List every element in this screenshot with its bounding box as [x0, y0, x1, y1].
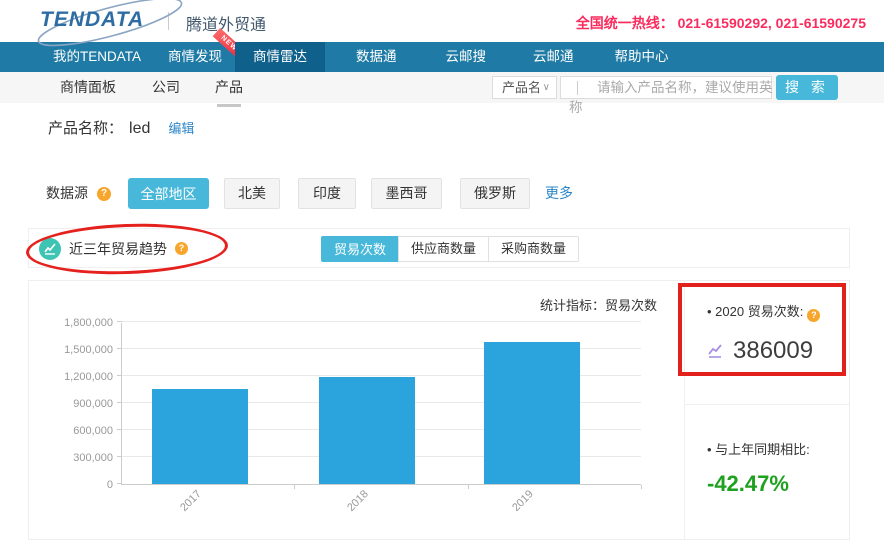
x-tick-label: 2018: [345, 488, 371, 514]
nav-item-5[interactable]: 云邮搜: [446, 42, 487, 72]
y-tick-label: 1,800,000: [64, 317, 113, 329]
nav-item-7[interactable]: 帮助中心: [615, 42, 669, 72]
compare-value: -42.47%: [707, 471, 789, 496]
y-tick: [117, 402, 122, 403]
trend-section-header: 近三年贸易趋势 ? 贸易次数 供应商数量 采购商数量: [28, 228, 850, 268]
y-tick: [117, 483, 122, 484]
y-tick: [117, 429, 122, 430]
tab-1[interactable]: 贸易次数: [321, 236, 400, 262]
search-button[interactable]: 搜 索: [776, 75, 838, 100]
region-button-1[interactable]: 全部地区: [128, 178, 209, 209]
trend-section-title: 近三年贸易趋势: [69, 241, 167, 257]
y-tick-label: 0: [106, 479, 113, 491]
more-regions-link[interactable]: 更多: [545, 178, 573, 209]
help-icon[interactable]: ?: [97, 187, 111, 201]
sub-nav: 商情面板 公司 产品 产品名 ∨ 请输入产品名称，建议使用英 称 搜 索: [0, 72, 884, 115]
nav-item-4[interactable]: 数据通: [356, 42, 397, 72]
trend-chart-icon: [39, 238, 61, 260]
edit-link[interactable]: 编辑: [168, 121, 194, 136]
hotline: 全国统一热线： 021-61590292, 021-61590275: [576, 13, 866, 33]
datasource-row: 数据源 ? 更多 全部地区 北美 印度 墨西哥 俄罗斯: [0, 178, 884, 209]
chart-card: 统计指标：贸易次数 • 2020 贸易次数:? 386009 • 与上年同期相比…: [28, 280, 850, 540]
nav-item-6[interactable]: 云邮通: [533, 42, 574, 72]
nav-item-label: 商情雷达: [253, 49, 308, 64]
compare-label: • 与上年同期相比:: [707, 442, 810, 457]
hotline-numbers: 021-61590292, 021-61590275: [677, 15, 866, 31]
x-axis-tick: [641, 485, 642, 489]
input-separator: [577, 81, 578, 95]
help-icon[interactable]: ?: [807, 309, 821, 322]
subnav-item-1[interactable]: 商情面板: [60, 72, 116, 103]
bar-2017: [152, 389, 248, 484]
y-tick-label: 900,000: [73, 398, 113, 410]
gridline: [122, 321, 641, 322]
current-year-label: • 2020 贸易次数:: [707, 304, 804, 319]
nav-item-label: 商情发现: [168, 49, 223, 64]
chart-plot: [117, 321, 641, 485]
nav-item-label: 帮助中心: [614, 49, 669, 64]
summary-divider: [685, 404, 849, 405]
x-axis-tick: [468, 485, 469, 489]
y-tick-label: 1,500,000: [64, 344, 113, 356]
region-button-4[interactable]: 墨西哥: [371, 178, 442, 209]
nav-item-label: 云邮通: [533, 49, 574, 64]
bar-2019: [484, 342, 580, 484]
subnav-item-3[interactable]: 产品: [215, 72, 243, 107]
nav-item-label: 云邮搜: [445, 49, 487, 64]
stat-indicator-label: 统计指标：贸易次数: [539, 298, 657, 313]
nav-item-label: 数据通: [356, 49, 397, 64]
datasource-label: 数据源: [46, 185, 88, 201]
page: TENDATA 腾道外贸通 全国统一热线： 021-61590292, 021-…: [0, 0, 884, 550]
region-button-5[interactable]: 俄罗斯: [460, 178, 530, 209]
product-name-label: 产品名称：: [48, 120, 124, 137]
current-year-label-row: • 2020 贸易次数:?: [707, 301, 821, 322]
y-tick-label: 300,000: [73, 452, 113, 464]
bar-2018: [319, 377, 415, 484]
subnav-item-2[interactable]: 公司: [152, 72, 180, 103]
current-year-value-row: 386009: [707, 337, 813, 365]
hotline-label: 全国统一热线：: [575, 15, 674, 31]
search-category-select[interactable]: 产品名 ∨: [492, 76, 557, 99]
y-tick: [117, 375, 122, 376]
y-tick-label: 600,000: [73, 425, 113, 437]
search-placeholder-line1: 请输入产品名称，建议使用英: [597, 80, 773, 95]
tendata-logo: TENDATA: [37, 0, 190, 47]
tab-3[interactable]: 采购商数量: [488, 236, 580, 262]
y-tick: [117, 348, 122, 349]
tab-2[interactable]: 供应商数量: [398, 236, 490, 262]
y-tick: [117, 321, 122, 322]
panel-divider: [684, 281, 685, 539]
x-tick-label: 2019: [510, 488, 536, 514]
chevron-down-icon: ∨: [542, 82, 550, 93]
nav-item-3[interactable]: 商情雷达: [235, 42, 326, 72]
y-tick: [117, 456, 122, 457]
product-name-value: led: [129, 120, 151, 137]
product-name-row: 产品名称： led 编辑: [48, 117, 194, 138]
search-placeholder-line2: 称: [569, 100, 583, 115]
search-input[interactable]: 请输入产品名称，建议使用英 称: [560, 76, 773, 115]
top-bar: TENDATA 腾道外贸通 全国统一热线： 021-61590292, 021-…: [0, 0, 884, 47]
purple-trend-icon: [708, 344, 722, 358]
region-button-3[interactable]: 印度: [298, 178, 356, 209]
trend-tabs: 贸易次数 供应商数量 采购商数量: [321, 236, 580, 262]
current-year-value: 386009: [733, 337, 814, 364]
x-axis-tick: [294, 485, 295, 489]
x-tick-label: 2017: [178, 488, 204, 514]
nav-item-label: 我的TENDATA: [53, 49, 142, 64]
search-category-value: 产品名: [502, 80, 542, 95]
logo-text: TENDATA: [40, 8, 145, 31]
help-icon[interactable]: ?: [175, 242, 188, 255]
region-button-2[interactable]: 北美: [224, 178, 280, 209]
y-tick-label: 1,200,000: [64, 371, 113, 383]
